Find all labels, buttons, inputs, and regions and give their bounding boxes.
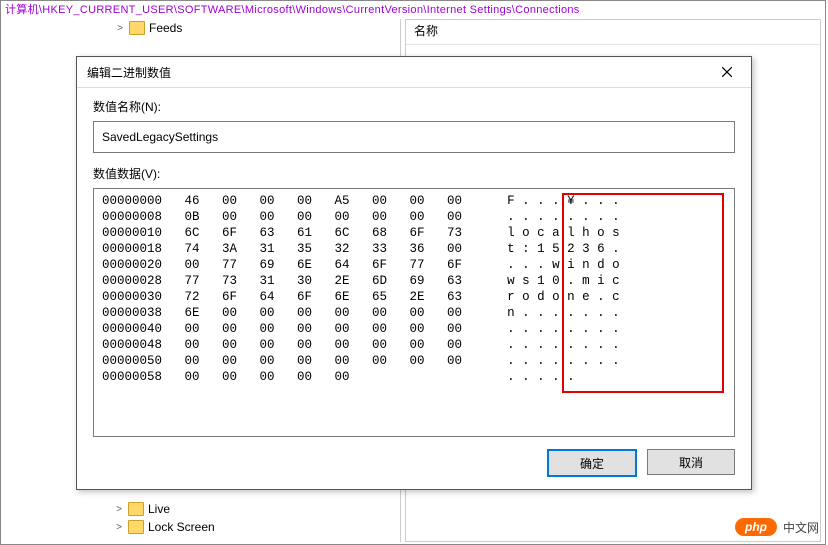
dialog-title: 编辑二进制数值 — [87, 64, 171, 81]
hex-editor[interactable]: 00000000 46 00 00 00 A5 00 00 00 F . . .… — [93, 188, 735, 437]
watermark-text: 中文网 — [783, 519, 819, 536]
tree-item-feeds[interactable]: > Feeds — [5, 19, 400, 37]
php-logo: php — [735, 518, 777, 536]
value-name-label: 数值名称(N): — [93, 98, 735, 115]
tree-item-label: Live — [148, 502, 170, 516]
expand-toggle-icon[interactable]: > — [115, 23, 125, 33]
edit-binary-dialog: 编辑二进制数值 数值名称(N): SavedLegacySettings 数值数… — [76, 56, 752, 490]
folder-icon — [129, 21, 145, 35]
folder-icon — [128, 520, 144, 534]
address-bar: 计算机\HKEY_CURRENT_USER\SOFTWARE\Microsoft… — [5, 1, 823, 19]
close-button[interactable] — [707, 59, 747, 85]
watermark: php 中文网 — [735, 516, 819, 538]
tree-item-live[interactable]: > Live — [4, 500, 399, 518]
tree-item-lockscreen[interactable]: > Lock Screen — [4, 518, 399, 536]
expand-toggle-icon[interactable]: > — [114, 504, 124, 514]
tree-area-bottom: > Live > Lock Screen — [4, 500, 399, 536]
hex-content[interactable]: 00000000 46 00 00 00 A5 00 00 00 F . . .… — [94, 189, 734, 389]
cancel-button[interactable]: 取消 — [647, 449, 735, 475]
folder-icon — [128, 502, 144, 516]
ok-button[interactable]: 确定 — [547, 449, 637, 477]
close-icon — [722, 67, 732, 77]
expand-toggle-icon[interactable]: > — [114, 522, 124, 532]
tree-item-label: Lock Screen — [148, 520, 215, 534]
tree-item-label: Feeds — [149, 21, 182, 35]
dialog-titlebar[interactable]: 编辑二进制数值 — [77, 57, 751, 88]
value-name-input[interactable]: SavedLegacySettings — [93, 121, 735, 153]
value-data-label: 数值数据(V): — [93, 165, 735, 182]
column-header-name[interactable]: 名称 — [406, 20, 820, 45]
